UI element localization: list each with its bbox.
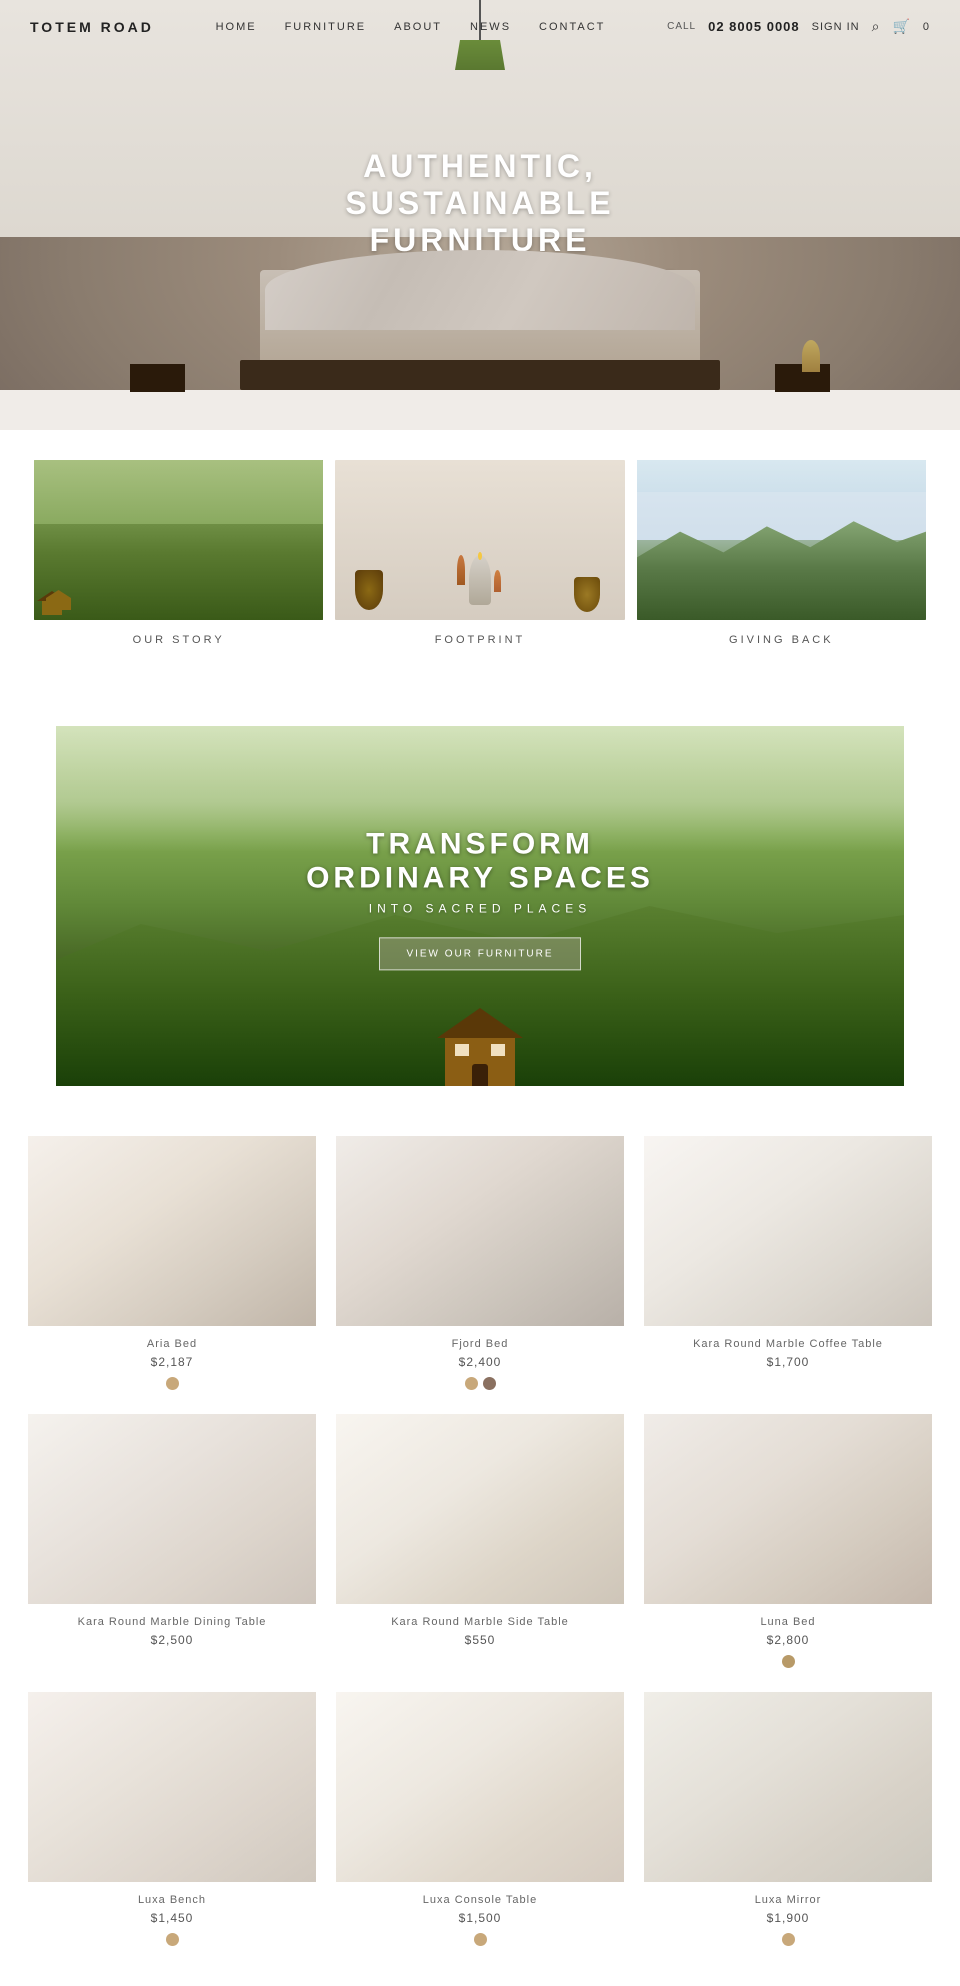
story-image [34, 460, 323, 620]
product-image [28, 1692, 316, 1882]
product-item[interactable]: Luna Bed $2,800 [644, 1414, 932, 1668]
products-grid: Aria Bed $2,187 Fjord Bed $2,400 Kara Ro… [28, 1136, 932, 1946]
product-name: Kara Round Marble Coffee Table [644, 1338, 932, 1350]
cart-icon[interactable]: 🛒 [892, 18, 910, 35]
footprint-item[interactable]: FOOTPRINT [335, 460, 624, 646]
product-item[interactable]: Luxa Bench $1,450 [28, 1692, 316, 1946]
product-image [336, 1414, 624, 1604]
nav-contact[interactable]: CONTACT [539, 21, 605, 33]
nav-news[interactable]: NEWS [470, 21, 511, 33]
product-item[interactable]: Luxa Mirror $1,900 [644, 1692, 932, 1946]
hero-section: AUTHENTIC, SUSTAINABLE FURNITURE IMPRINT… [0, 0, 960, 430]
products-section: Aria Bed $2,187 Fjord Bed $2,400 Kara Ro… [0, 1116, 960, 1946]
color-swatch[interactable] [782, 1655, 795, 1668]
header: TOTEM ROAD HOME FURNITURE ABOUT NEWS CON… [0, 0, 960, 53]
color-swatch[interactable] [474, 1933, 487, 1946]
three-section: OUR STORY FOOTPRINT [0, 460, 960, 646]
product-price: $2,500 [28, 1633, 316, 1647]
product-name: Kara Round Marble Side Table [336, 1616, 624, 1628]
product-name: Luna Bed [644, 1616, 932, 1628]
product-image [28, 1136, 316, 1326]
product-swatches [336, 1377, 624, 1390]
product-name: Luxa Bench [28, 1894, 316, 1906]
product-name: Kara Round Marble Dining Table [28, 1616, 316, 1628]
product-name: Luxa Mirror [644, 1894, 932, 1906]
product-price: $1,500 [336, 1911, 624, 1925]
product-price: $1,900 [644, 1911, 932, 1925]
product-name: Fjord Bed [336, 1338, 624, 1350]
product-price: $550 [336, 1633, 624, 1647]
spacer-1 [0, 646, 960, 726]
product-name: Luxa Console Table [336, 1894, 624, 1906]
product-swatches [644, 1655, 932, 1668]
product-item[interactable]: Aria Bed $2,187 [28, 1136, 316, 1390]
banner-text-block: TRANSFORM ORDINARY SPACES INTO SACRED PL… [268, 827, 692, 970]
product-image [644, 1692, 932, 1882]
call-label: CALL [667, 21, 696, 32]
site-logo[interactable]: TOTEM ROAD [30, 19, 154, 35]
product-image [644, 1136, 932, 1326]
header-right: CALL 02 8005 0008 SIGN IN ⌕ 🛒 0 [667, 18, 930, 35]
product-price: $1,700 [644, 1355, 932, 1369]
product-image [28, 1414, 316, 1604]
giving-back-item[interactable]: GIVING BACK [637, 460, 926, 646]
product-price: $1,450 [28, 1911, 316, 1925]
main-nav: HOME FURNITURE ABOUT NEWS CONTACT [216, 21, 606, 33]
color-swatch[interactable] [166, 1933, 179, 1946]
product-item[interactable]: Kara Round Marble Dining Table $2,500 [28, 1414, 316, 1668]
product-item[interactable]: Kara Round Marble Coffee Table $1,700 [644, 1136, 932, 1390]
banner-section: TRANSFORM ORDINARY SPACES INTO SACRED PL… [56, 726, 904, 1086]
product-price: $2,400 [336, 1355, 624, 1369]
product-price: $2,187 [28, 1355, 316, 1369]
nav-home[interactable]: HOME [216, 21, 257, 33]
view-furniture-button[interactable]: VIEW OUR FURNITURE [379, 937, 580, 970]
footprint-label: FOOTPRINT [335, 634, 624, 646]
sign-in-link[interactable]: SIGN IN [812, 21, 860, 33]
story-item[interactable]: OUR STORY [34, 460, 323, 646]
footer-spacer [0, 1946, 960, 1986]
product-image [336, 1692, 624, 1882]
product-image [336, 1136, 624, 1326]
banner-wrapper: TRANSFORM ORDINARY SPACES INTO SACRED PL… [0, 726, 960, 1086]
product-swatches [28, 1377, 316, 1390]
color-swatch[interactable] [782, 1933, 795, 1946]
spacer-2 [0, 1086, 960, 1116]
story-label: OUR STORY [34, 634, 323, 646]
footprint-image [335, 460, 624, 620]
color-swatch[interactable] [465, 1377, 478, 1390]
product-item[interactable]: Kara Round Marble Side Table $550 [336, 1414, 624, 1668]
product-item[interactable]: Fjord Bed $2,400 [336, 1136, 624, 1390]
search-icon[interactable]: ⌕ [872, 18, 881, 35]
product-swatches [336, 1933, 624, 1946]
product-name: Aria Bed [28, 1338, 316, 1350]
nav-about[interactable]: ABOUT [394, 21, 442, 33]
color-swatch[interactable] [166, 1377, 179, 1390]
giving-back-label: GIVING BACK [637, 634, 926, 646]
nav-furniture[interactable]: FURNITURE [285, 21, 367, 33]
product-swatches [28, 1933, 316, 1946]
cart-count: 0 [923, 21, 930, 33]
banner-title: TRANSFORM ORDINARY SPACES [268, 827, 692, 895]
color-swatch[interactable] [483, 1377, 496, 1390]
product-image [644, 1414, 932, 1604]
phone-number: 02 8005 0008 [708, 19, 800, 34]
giving-back-image [637, 460, 926, 620]
hero-title: AUTHENTIC, SUSTAINABLE FURNITURE [240, 148, 720, 259]
product-swatches [644, 1933, 932, 1946]
product-item[interactable]: Luxa Console Table $1,500 [336, 1692, 624, 1946]
product-price: $2,800 [644, 1633, 932, 1647]
banner-subtitle: INTO SACRED PLACES [268, 901, 692, 915]
